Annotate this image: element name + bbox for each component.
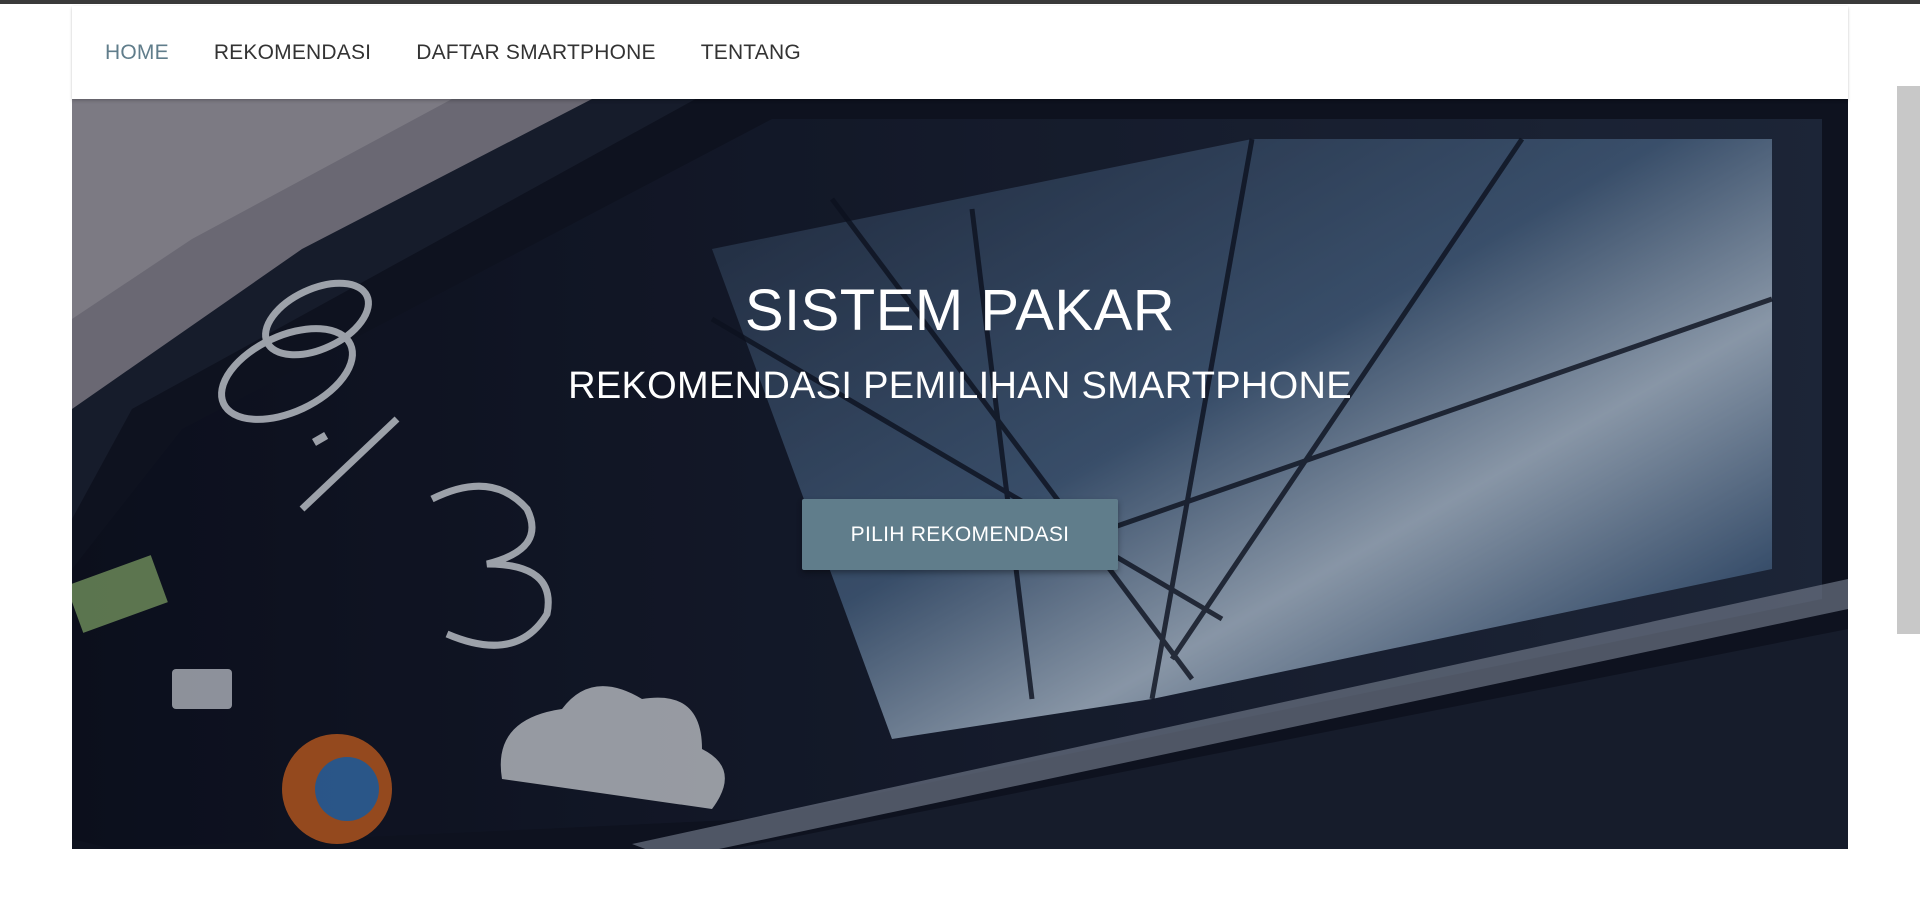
page-container: HOME REKOMENDASI DAFTAR SMARTPHONE TENTA…	[72, 6, 1848, 849]
nav-item-rekomendasi[interactable]: REKOMENDASI	[214, 41, 371, 65]
nav-item-home[interactable]: HOME	[105, 41, 169, 65]
hero-title: SISTEM PAKAR	[744, 278, 1176, 343]
hero-banner: SISTEM PAKAR REKOMENDASI PEMILIHAN SMART…	[72, 99, 1848, 849]
page-scrollbar-thumb[interactable]	[1897, 86, 1920, 634]
nav-item-daftar-smartphone[interactable]: DAFTAR SMARTPHONE	[416, 41, 655, 65]
browser-top-strip	[0, 0, 1920, 4]
hero-overlay	[72, 99, 1848, 849]
pilih-rekomendasi-button[interactable]: PILIH REKOMENDASI	[802, 499, 1118, 570]
nav-item-tentang[interactable]: TENTANG	[701, 41, 801, 65]
hero-subtitle: REKOMENDASI PEMILIHAN SMARTPHONE	[568, 365, 1352, 407]
main-navbar: HOME REKOMENDASI DAFTAR SMARTPHONE TENTA…	[72, 6, 1848, 99]
